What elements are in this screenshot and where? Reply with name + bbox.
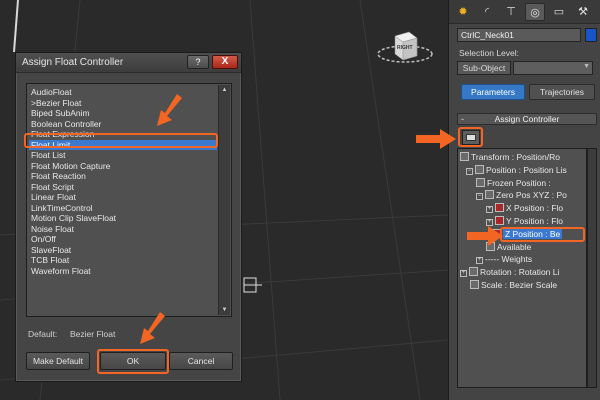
subobject-dropdown[interactable]: ▼ [513,61,593,75]
dialog-titlebar[interactable]: Assign Float Controller ? X [16,53,241,73]
tree-item[interactable]: Frozen Position : [476,177,551,189]
display-icon[interactable]: ▭ [549,3,569,21]
tree-item[interactable]: Scale : Bezier Scale [470,279,557,291]
list-item[interactable]: TCB Float [31,255,69,265]
controller-tree[interactable]: Transform : Position/Ro − Position : Posit… [457,148,587,388]
tree-item-label: Position : Position Lis [486,164,567,175]
highlight-ok-button [97,349,169,374]
create-icon[interactable]: ✹ [453,3,473,21]
controller-track-icon [495,216,504,225]
tab-parameters[interactable]: Parameters [461,84,525,100]
default-value: Bezier Float [70,329,116,339]
list-item[interactable]: AudioFloat [31,87,72,97]
scroll-up-icon[interactable]: ▲ [219,85,230,95]
list-item[interactable]: LinkTimeControl [31,203,93,213]
arrow-down-left-icon [157,94,182,126]
tree-item-label: X Position : Flo [506,203,564,214]
tree-item-label: ----- Weights [485,254,533,265]
controller-track-icon [495,203,504,213]
dialog-title: Assign Float Controller [22,57,124,68]
controller-track-icon [469,267,478,277]
controller-list-items: AudioFloat >Bezier Float Biped SubAnim Bool… [28,85,218,315]
rollout-title: Assign Controller [494,114,560,124]
list-item[interactable]: >Bezier Float [31,98,81,108]
controller-track-icon [485,190,494,200]
assign-controller-rollout-header[interactable]: - Assign Controller [457,113,597,125]
expand-icon[interactable]: + [486,219,493,226]
tree-item-label: Transform : Position/Ro [471,152,560,162]
highlight-float-limit [24,133,218,148]
help-button[interactable]: ? [187,55,209,69]
subobject-button[interactable]: Sub-Object [457,61,511,75]
tree-item[interactable]: + ----- Weights [476,253,532,265]
viewcube-label: RIGHT [397,45,413,51]
make-default-button[interactable]: Make Default [26,352,90,370]
chevron-down-icon: ▼ [583,63,590,70]
list-item[interactable]: Float Motion Capture [31,161,110,171]
list-item[interactable]: Float Reaction [31,171,86,181]
controller-list[interactable]: AudioFloat >Bezier Float Biped SubAnim Bool… [26,83,232,317]
default-label: Default: [28,329,58,339]
collapse-icon[interactable]: − [466,167,473,175]
tree-item[interactable]: + Rotation : Rotation Li [460,266,559,278]
tree-item[interactable]: − Position : Position Lis [466,164,567,176]
list-item[interactable]: Noise Float [31,224,74,234]
object-name-field[interactable]: CtrlC_Neck01 [457,28,581,42]
hierarchy-icon[interactable]: ⊤ [501,3,521,21]
modify-icon[interactable]: ◜ [477,3,497,21]
scroll-down-icon[interactable]: ▼ [219,305,230,315]
tab-trajectories[interactable]: Trajectories [529,84,595,100]
expand-icon[interactable]: + [486,206,493,214]
list-item[interactable]: Linear Float [31,192,76,202]
tree-item-label: Scale : Bezier Scale [481,280,558,290]
list-item[interactable]: Motion Clip SlaveFloat [31,213,116,223]
list-item[interactable]: SlaveFloat [31,245,71,255]
expand-icon[interactable]: + [460,270,467,278]
highlight-z-position [500,227,585,242]
tree-item-label: Y Position : Flo [506,216,564,226]
command-panel: ✹ ◜ ⊤ ◎ ▭ ⚒ CtrlC_Neck01 Selection Level… [448,0,600,400]
tree-item[interactable]: + X Position : Flo [486,202,563,214]
collapse-icon[interactable]: − [476,193,483,201]
utilities-icon[interactable]: ⚒ [573,3,593,21]
controller-track-icon [475,164,484,174]
expand-icon[interactable]: + [476,257,483,265]
list-item[interactable]: Waveform Float [31,266,91,276]
list-item[interactable]: Boolean Controller [31,119,101,129]
controller-track-icon [460,152,469,161]
list-item[interactable]: Float List [31,150,66,160]
controller-tree-scrollbar[interactable] [587,148,597,388]
tree-item-label: Frozen Position : [487,177,551,188]
tree-item-label: Zero Pos XYZ : Po [496,190,567,201]
tree-item-label: Rotation : Rotation Li [480,267,560,278]
arrow-right-icon [416,129,456,149]
list-item[interactable]: Biped SubAnim [31,108,90,118]
object-color-swatch[interactable] [585,28,597,42]
tree-item[interactable]: − Zero Pos XYZ : Po [476,189,567,201]
controller-track-icon [476,177,485,187]
list-item[interactable]: Float Script [31,182,74,192]
cancel-button[interactable]: Cancel [169,352,233,370]
close-button[interactable]: X [212,55,238,69]
controller-list-scrollbar[interactable]: ▲ ▼ [218,85,230,315]
tree-item[interactable]: Transform : Position/Ro [460,151,560,163]
arrow-right-icon [467,226,503,246]
selection-level-label: Selection Level: [459,48,520,58]
motion-icon[interactable]: ◎ [525,3,545,21]
controller-track-icon [470,280,479,289]
highlight-assign-controller-button [458,127,483,147]
arrow-down-left-icon [140,312,165,344]
assign-float-controller-dialog: Assign Float Controller ? X AudioFloat >B… [15,52,242,382]
command-panel-tabs: ✹ ◜ ⊤ ◎ ▭ ⚒ [449,0,600,24]
list-item[interactable]: On/Off [31,234,56,244]
